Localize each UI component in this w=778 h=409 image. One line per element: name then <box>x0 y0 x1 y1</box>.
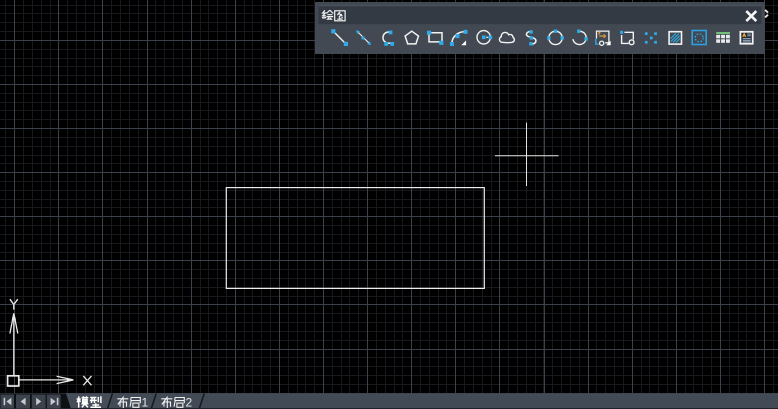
svg-text:1: 1 <box>142 395 149 409</box>
svg-text:2: 2 <box>186 395 193 409</box>
